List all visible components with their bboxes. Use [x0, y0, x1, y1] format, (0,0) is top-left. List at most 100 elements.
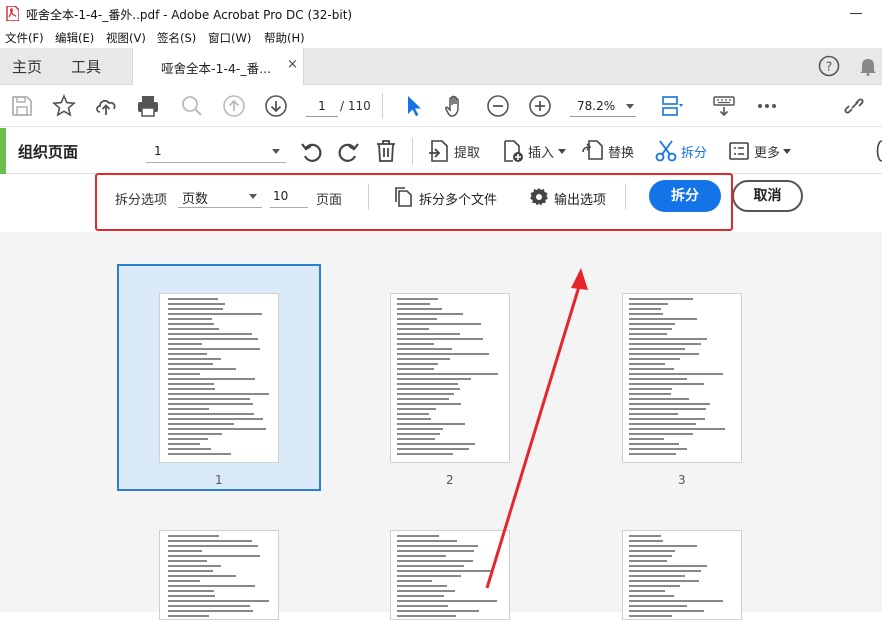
organize-accent-bar: [0, 128, 6, 174]
zoom-search-icon[interactable]: [180, 94, 204, 118]
organize-pages-bar: 组织页面 1 提取 插入 替换 拆分 更多: [0, 128, 882, 174]
menu-sign[interactable]: 签名(S): [157, 30, 196, 46]
tab-document[interactable]: 哑舍全本-1-4-_番... ×: [132, 48, 304, 85]
minimize-button[interactable]: [850, 13, 862, 14]
next-page-icon[interactable]: [264, 94, 288, 118]
page-range-select[interactable]: 1: [146, 139, 286, 163]
text-line: [168, 418, 263, 420]
text-line: [168, 580, 200, 582]
text-line: [397, 433, 441, 435]
text-line: [397, 303, 430, 305]
text-line: [629, 580, 699, 582]
text-line: [397, 615, 457, 617]
rotate-left-icon[interactable]: [300, 140, 324, 164]
page-thumbnail[interactable]: [159, 530, 279, 620]
tab-home[interactable]: 主页: [12, 56, 42, 77]
text-line: [629, 448, 688, 450]
previous-page-icon[interactable]: [222, 94, 246, 118]
print-icon[interactable]: [136, 94, 160, 118]
text-line: [168, 393, 269, 395]
zoom-level-select[interactable]: 78.2%: [570, 95, 636, 117]
hand-tool-icon[interactable]: [443, 94, 467, 118]
text-line: [629, 540, 663, 542]
tab-bar: 主页 工具 哑舍全本-1-4-_番... × ?: [0, 48, 882, 85]
text-line: [629, 323, 675, 325]
text-line: [168, 408, 209, 410]
text-line: [629, 595, 674, 597]
text-line: [397, 363, 439, 365]
text-line: [629, 378, 688, 380]
more-button[interactable]: 更多: [728, 139, 794, 163]
text-line: [168, 535, 219, 537]
text-line: [397, 308, 442, 310]
replace-button[interactable]: 替换: [582, 139, 638, 163]
text-line: [397, 358, 450, 360]
menu-file[interactable]: 文件(F): [5, 30, 44, 46]
menu-window[interactable]: 窗口(W): [208, 30, 251, 46]
page-thumbnail[interactable]: [622, 530, 742, 620]
share-link-icon[interactable]: [842, 94, 866, 118]
more-tools-icon[interactable]: [755, 94, 779, 118]
text-line: [629, 358, 680, 360]
zoom-out-icon[interactable]: [486, 94, 510, 118]
text-line: [397, 298, 439, 300]
tab-tools[interactable]: 工具: [71, 56, 101, 77]
text-line: [168, 595, 215, 597]
chevron-down-icon: [272, 149, 280, 154]
zoom-in-icon[interactable]: [528, 94, 552, 118]
delete-trash-icon[interactable]: [375, 139, 397, 163]
page-thumbnail[interactable]: [390, 293, 510, 463]
close-tab-icon[interactable]: ×: [287, 57, 298, 72]
text-line: [397, 313, 463, 315]
text-line: [397, 398, 449, 400]
keyboard-reader-icon[interactable]: [712, 94, 736, 118]
text-line: [168, 555, 260, 557]
more-list-icon: [729, 142, 749, 160]
insert-button[interactable]: 插入: [502, 139, 566, 163]
panel-edge-icon: [876, 140, 882, 162]
menu-view[interactable]: 视图(V): [106, 30, 146, 46]
text-line: [168, 433, 223, 435]
extract-button[interactable]: 提取: [428, 139, 488, 163]
text-line: [629, 313, 663, 315]
cloud-upload-icon[interactable]: [94, 94, 118, 118]
text-line: [629, 388, 673, 390]
organize-divider: [412, 138, 413, 164]
text-line: [168, 560, 207, 562]
help-icon[interactable]: ?: [818, 55, 840, 77]
text-line: [629, 418, 706, 420]
page-layout-icon[interactable]: [660, 94, 684, 118]
text-line: [168, 318, 212, 320]
text-line: [397, 453, 454, 455]
insert-label: 插入: [528, 146, 555, 161]
cancel-button[interactable]: 取消: [732, 180, 803, 212]
title-bar: 哑舍全本-1-4-_番外..pdf - Adobe Acrobat Pro DC…: [0, 0, 882, 28]
text-line: [629, 443, 679, 445]
notification-bell-icon[interactable]: [859, 56, 877, 76]
split-tool-button[interactable]: 拆分: [655, 139, 711, 163]
text-line: [168, 378, 255, 380]
page-number-label: 2: [446, 473, 454, 487]
rotate-right-icon[interactable]: [336, 140, 360, 164]
menu-help[interactable]: 帮助(H): [264, 30, 305, 46]
save-icon[interactable]: [10, 94, 34, 118]
text-line: [629, 413, 678, 415]
text-line: [168, 453, 232, 455]
page-thumbnail[interactable]: [390, 530, 510, 620]
text-line: [397, 373, 498, 375]
text-line: [397, 413, 429, 415]
text-line: [629, 560, 668, 562]
page-thumbnail[interactable]: [159, 293, 279, 463]
page-range-value: 1: [154, 144, 162, 158]
select-cursor-icon[interactable]: [402, 94, 426, 118]
bookmark-star-icon[interactable]: [52, 94, 76, 118]
main-toolbar: 1 / 110 78.2%: [0, 85, 882, 127]
text-line: [629, 565, 708, 567]
text-line: [629, 555, 673, 557]
current-page-input[interactable]: 1: [306, 95, 338, 117]
text-line: [168, 413, 254, 415]
text-line: [397, 438, 436, 440]
page-thumbnail[interactable]: [622, 293, 742, 463]
menu-edit[interactable]: 编辑(E): [55, 30, 94, 46]
replace-page-icon: [582, 140, 603, 160]
